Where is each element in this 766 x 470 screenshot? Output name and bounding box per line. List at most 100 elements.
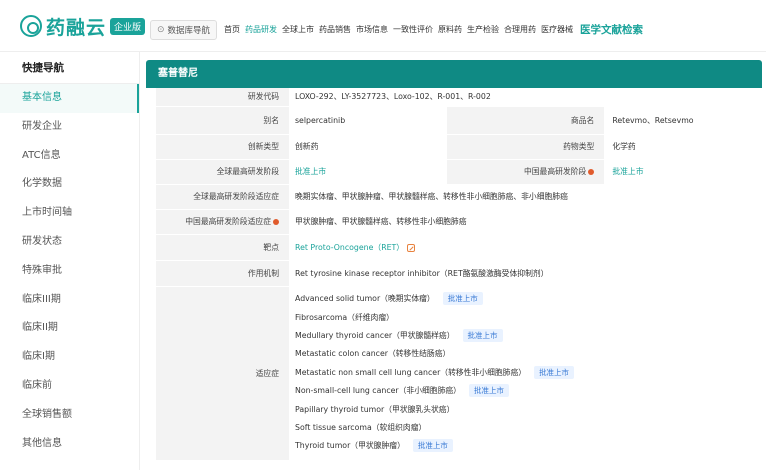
top-menu-item[interactable]: 原料药 <box>438 24 462 35</box>
sidebar-item[interactable]: 临床前 <box>0 372 139 401</box>
sidebar-item[interactable]: 研发状态 <box>0 228 139 257</box>
innovation-label: 创新类型 <box>156 134 289 160</box>
top-menu-item[interactable]: 药品研发 <box>245 24 277 35</box>
top-menu: 首页 药品研发 全球上市 药品销售 市场信息 一致性评价 原料药 生产检验 合理用药 医疗器械 医学… <box>224 22 643 37</box>
top-menu-item[interactable]: 药品销售 <box>319 24 351 35</box>
indication-item: Metastatic colon cancer（转移性结肠癌） <box>295 345 762 363</box>
indication-text: Medullary thyroid cancer（甲状腺髓样癌） <box>295 331 455 341</box>
sidebar-item[interactable]: 化学数据 <box>0 170 139 199</box>
table-row: 全球最高研发阶段 批准上市 中国最高研发阶段 批准上市 <box>156 159 762 185</box>
target-value-cell: Ret Proto-Oncogene（RET） <box>289 234 762 261</box>
china-stage-label: 中国最高研发阶段 <box>523 167 587 176</box>
mechanism-label: 作用机制 <box>156 260 289 287</box>
sidebar-title: 快捷导航 <box>0 52 139 84</box>
logo-icon <box>20 15 42 37</box>
approval-status-badge: 批准上市 <box>442 292 483 306</box>
target-link[interactable]: Ret Proto-Oncogene（RET） <box>295 243 404 252</box>
brand-label: 商品名 <box>446 106 605 135</box>
global-indication-label: 全球最高研发阶段适应症 <box>156 184 289 210</box>
sidebar-item[interactable]: ATC信息 <box>0 142 139 171</box>
sidebar-item[interactable]: 临床II期 <box>0 314 139 343</box>
top-menu-item[interactable]: 市场信息 <box>356 24 388 35</box>
alias-label: 别名 <box>156 106 289 135</box>
database-nav-button[interactable]: ⊙ 数据库导航 <box>150 20 218 40</box>
indication-item: Papillary thyroid tumor（甲状腺乳头状癌） <box>295 401 762 419</box>
indication-text: Papillary thyroid tumor（甲状腺乳头状癌） <box>295 404 455 414</box>
brand-value: Retevmo、Retsevmo <box>604 106 762 135</box>
table-row: 中国最高研发阶段适应症 甲状腺肿瘤、甲状腺髓样癌、转移性非小细胞肺癌 <box>156 209 762 235</box>
brand-logo[interactable]: 药融云 企业版 <box>20 12 146 40</box>
target-label: 靶点 <box>156 234 289 261</box>
indication-item: Fibrosarcoma（纤维肉瘤） <box>295 309 762 327</box>
indication-text: Metastatic colon cancer（转移性结肠癌） <box>295 349 451 359</box>
china-stage-value[interactable]: 批准上市 <box>604 159 762 185</box>
drug-title: 塞普替尼 <box>146 60 762 88</box>
indication-item: Medullary thyroid cancer（甲状腺髓样癌） 批准上市 <box>295 327 762 345</box>
info-dot-icon[interactable] <box>588 169 595 175</box>
sidebar-item[interactable]: 全球销售额 <box>0 401 139 430</box>
medical-literature-search-link[interactable]: 医学文献检索 <box>580 22 643 37</box>
sidebar-item[interactable]: 临床III期 <box>0 286 139 315</box>
global-indication-value: 晚期实体瘤、甲状腺肿瘤、甲状腺髓样癌、转移性非小细胞肺癌、非小细胞肺癌 <box>289 184 762 210</box>
top-menu-item[interactable]: 医疗器械 <box>541 24 573 35</box>
indication-text: Metastatic non small cell lung cancer（转移… <box>295 367 527 377</box>
top-menu-item[interactable]: 生产检验 <box>467 24 499 35</box>
indication-item: Metastatic non small cell lung cancer（转移… <box>295 364 762 382</box>
global-stage-value[interactable]: 批准上市 <box>289 159 447 185</box>
innovation-value: 创新药 <box>289 134 447 160</box>
table-row: 别名 selpercatinib 商品名 Retevmo、Retsevmo <box>156 106 762 135</box>
table-row: 全球最高研发阶段适应症 晚期实体瘤、甲状腺肿瘤、甲状腺髓样癌、转移性非小细胞肺癌… <box>156 184 762 210</box>
edition-badge: 企业版 <box>110 17 146 35</box>
code-label: 研发代码 <box>156 88 289 107</box>
indication-text: Advanced solid tumor（晚期实体瘤） <box>295 294 435 304</box>
table-row: 创新类型 创新药 药物类型 化学药 <box>156 134 762 160</box>
indication-text: Fibrosarcoma（纤维肉瘤） <box>295 312 394 322</box>
top-bar: 药融云 企业版 ⊙ 数据库导航 首页 药品研发 全球上市 药品销售 市场信息 一致性评价原… <box>0 0 766 52</box>
code-value: LOXO-292、LY-3527723、Loxo-102、R-001、R-002 <box>289 88 762 107</box>
drug-type-label: 药物类型 <box>446 134 605 160</box>
approval-status-badge: 批准上市 <box>462 329 503 343</box>
compass-icon: ⊙ <box>157 25 165 35</box>
indication-item: Soft tissue sarcoma（软组织肉瘤） <box>295 419 762 437</box>
top-menu-item[interactable]: 一致性评价 <box>393 24 433 35</box>
alias-value: selpercatinib <box>289 106 447 135</box>
database-nav-label: 数据库导航 <box>167 26 211 36</box>
indication-item: Non-small-cell lung cancer（非小细胞肺癌） 批准上市 <box>295 382 762 400</box>
info-dot-icon[interactable] <box>273 219 279 225</box>
table-row: 作用机制 Ret tyrosine kinase receptor inhibi… <box>156 260 762 287</box>
top-menu-item[interactable]: 首页 <box>224 24 240 35</box>
approval-status-badge: 批准上市 <box>412 439 453 453</box>
sidebar-item[interactable]: 上市时间轴 <box>0 199 139 228</box>
top-menu-item[interactable]: 合理用药 <box>504 24 536 35</box>
sidebar-item[interactable]: 研发企业 <box>0 113 139 142</box>
drug-type-value: 化学药 <box>604 134 762 160</box>
main-content: 塞普替尼 研发代码 LOXO-292、LY-3527723、Loxo-102、R… <box>140 52 766 470</box>
indication-text: Thyroid tumor（甲状腺肿瘤） <box>295 441 405 451</box>
china-indication-value: 甲状腺肿瘤、甲状腺髓样癌、转移性非小细胞肺癌 <box>289 209 762 235</box>
external-link-icon[interactable] <box>407 243 416 252</box>
sidebar-item[interactable]: 临床I期 <box>0 343 139 372</box>
global-stage-label: 全球最高研发阶段 <box>156 159 289 185</box>
sidebar-item[interactable]: 其他信息 <box>0 430 139 459</box>
indication-text: Soft tissue sarcoma（软组织肉瘤） <box>295 422 427 432</box>
sidebar-list: 基本信息 研发企业 ATC信息 化学数据 上市时间轴 研发状态 特殊审批 临床III期 临床II… <box>0 84 139 458</box>
indication-item: Advanced solid tumor（晚期实体瘤） 批准上市 <box>295 290 762 308</box>
mechanism-value: Ret tyrosine kinase receptor inhibitor（R… <box>289 260 762 287</box>
indication-label: 适应症 <box>156 286 289 461</box>
approval-status-badge: 批准上市 <box>534 365 575 379</box>
indication-text: Non-small-cell lung cancer（非小细胞肺癌） <box>295 386 461 396</box>
table-row: 适应症 Advanced solid tumor（晚期实体瘤） 批准上市 Fibro… <box>156 286 762 461</box>
sidebar: 快捷导航 基本信息 研发企业 ATC信息 化学数据 上市时间轴 研发状态 特殊审批 临床III… <box>0 52 140 470</box>
sidebar-item[interactable]: 特殊审批 <box>0 257 139 286</box>
top-menu-item[interactable]: 全球上市 <box>282 24 314 35</box>
china-indication-label-cell: 中国最高研发阶段适应症 <box>156 209 289 235</box>
china-stage-label-cell: 中国最高研发阶段 <box>446 159 605 185</box>
indication-list: Advanced solid tumor（晚期实体瘤） 批准上市 Fibrosarc… <box>289 286 762 461</box>
table-row: 靶点 Ret Proto-Oncogene（RET） <box>156 234 762 261</box>
drug-info-table: 研发代码 LOXO-292、LY-3527723、Loxo-102、R-001、… <box>156 88 762 461</box>
indication-item: Thyroid tumor（甲状腺肿瘤） 批准上市 <box>295 437 762 455</box>
sidebar-item[interactable]: 基本信息 <box>0 84 139 113</box>
china-indication-label: 中国最高研发阶段适应症 <box>185 217 271 226</box>
table-row: 研发代码 LOXO-292、LY-3527723、Loxo-102、R-001、… <box>156 88 762 107</box>
logo-text: 药融云 <box>46 16 107 39</box>
